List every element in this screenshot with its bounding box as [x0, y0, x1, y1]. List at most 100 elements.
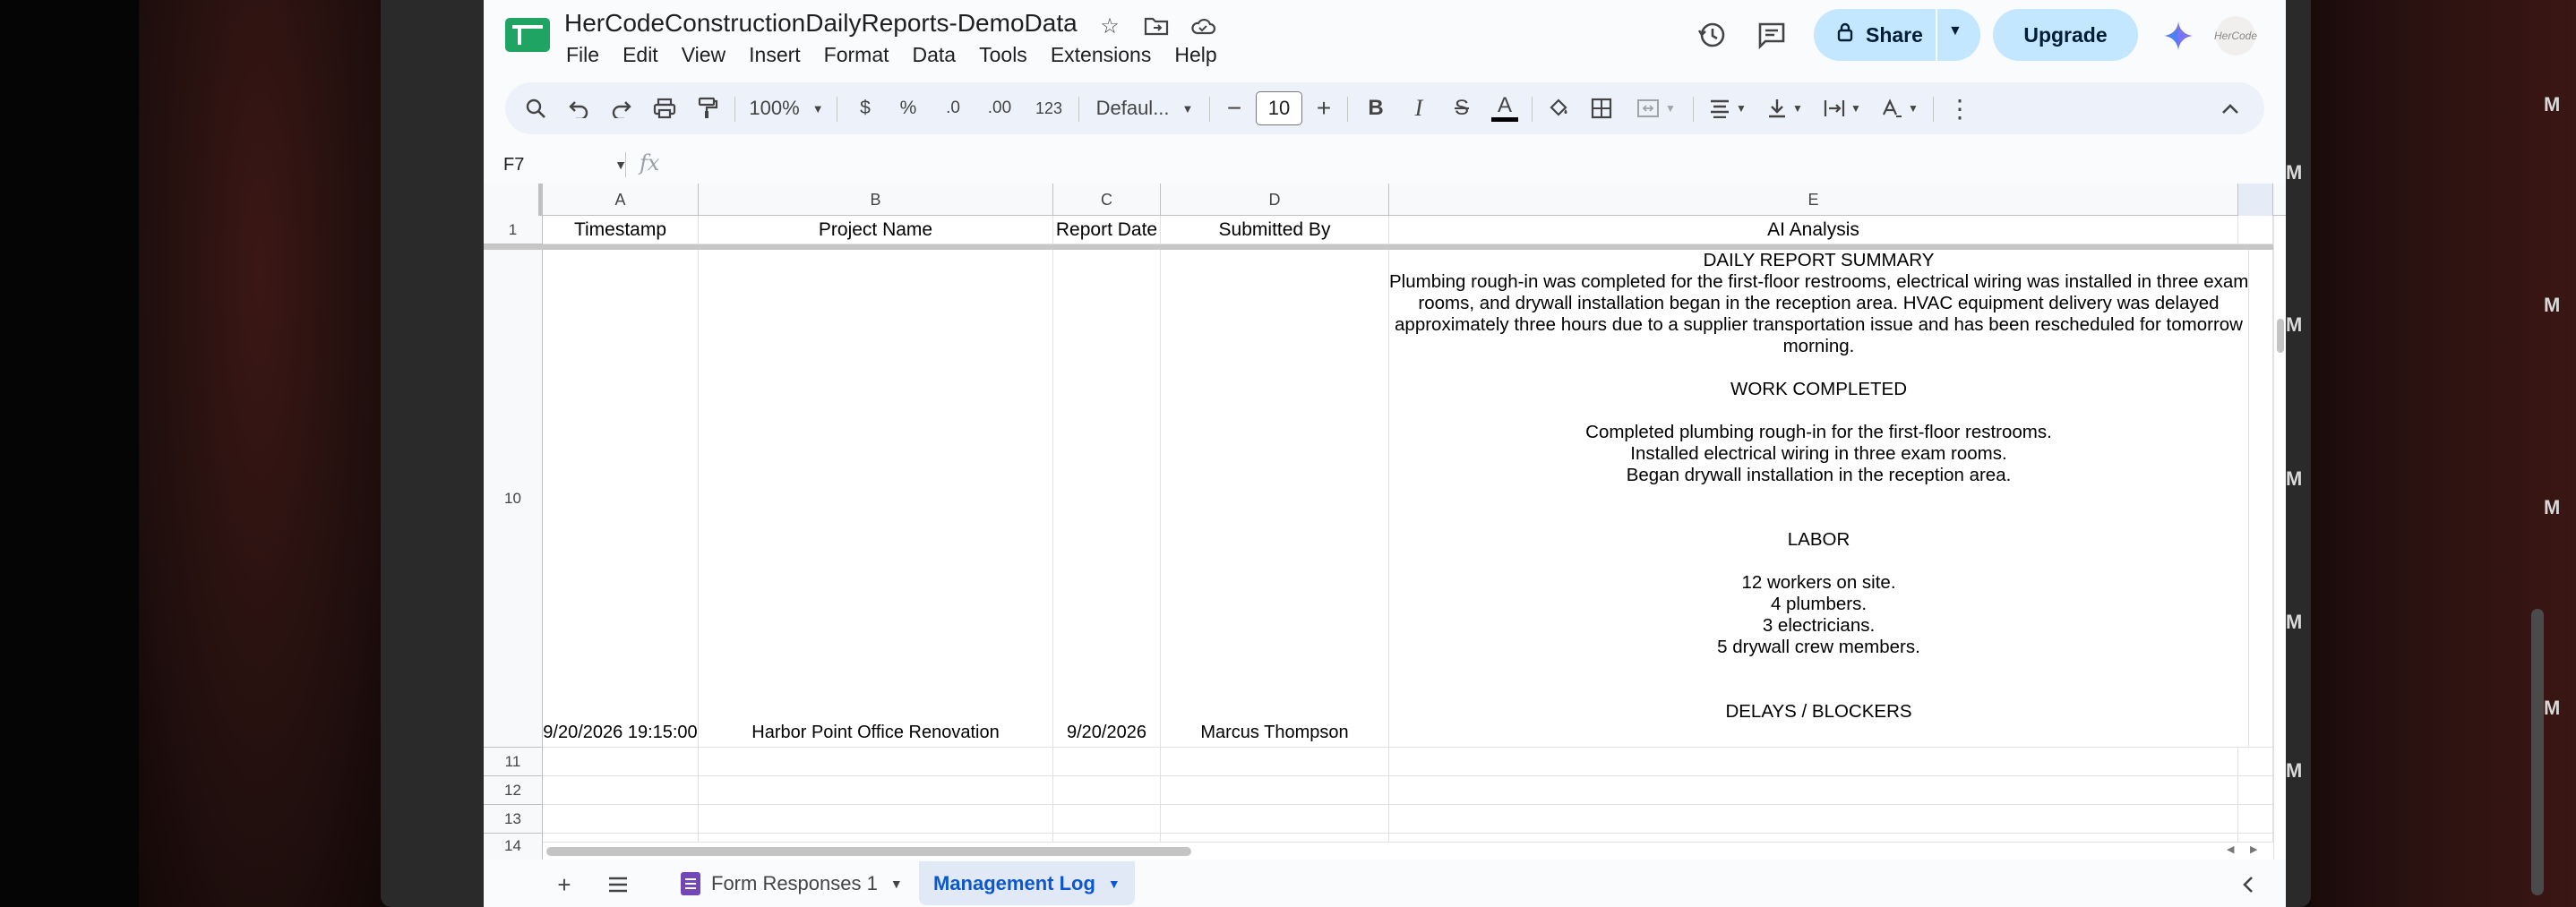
- select-all-corner[interactable]: [484, 184, 543, 216]
- table-cell[interactable]: [1161, 776, 1389, 805]
- paint-format-icon[interactable]: [690, 82, 726, 134]
- gemini-icon[interactable]: [2160, 18, 2196, 54]
- increase-font-size-button[interactable]: +: [1308, 82, 1340, 134]
- menu-tools[interactable]: Tools: [979, 43, 1037, 67]
- move-folder-icon[interactable]: [1141, 13, 1172, 39]
- table-cell[interactable]: [1053, 776, 1161, 805]
- italic-button[interactable]: I: [1401, 82, 1437, 134]
- account-avatar[interactable]: HerCode: [2214, 16, 2257, 56]
- table-cell[interactable]: [1161, 805, 1389, 834]
- cell-submitted-by[interactable]: Marcus Thompson: [1161, 250, 1389, 748]
- column-header-d[interactable]: D: [1161, 184, 1389, 216]
- table-cell[interactable]: [1389, 776, 2238, 805]
- comments-icon[interactable]: [1754, 18, 1790, 52]
- tab-form-responses-1[interactable]: Form Responses 1 ▼: [666, 863, 917, 904]
- menu-extensions[interactable]: Extensions: [1051, 43, 1162, 67]
- table-cell[interactable]: [543, 805, 699, 834]
- strikethrough-button[interactable]: S: [1444, 82, 1480, 134]
- vertical-scroll-thumb[interactable]: [2277, 319, 2284, 353]
- increase-decimal-button[interactable]: .00: [976, 82, 1023, 134]
- menu-help[interactable]: Help: [1174, 43, 1226, 67]
- row-header-10[interactable]: 10: [484, 250, 543, 748]
- header-cell-project-name[interactable]: Project Name: [699, 216, 1053, 244]
- decrease-decimal-button[interactable]: .0: [932, 82, 975, 134]
- share-button[interactable]: Share ▼: [1814, 9, 1980, 61]
- all-sheets-icon[interactable]: [602, 870, 634, 899]
- horizontal-align-icon[interactable]: ▼: [1702, 82, 1754, 134]
- header-cell-report-date[interactable]: Report Date: [1053, 216, 1161, 244]
- redo-icon[interactable]: [604, 82, 640, 134]
- menu-insert[interactable]: Insert: [749, 43, 811, 67]
- add-sheet-icon[interactable]: +: [548, 870, 580, 899]
- version-history-icon[interactable]: [1695, 18, 1730, 52]
- collapse-sidebar-icon[interactable]: [2232, 870, 2264, 899]
- font-size-input[interactable]: 10: [1256, 91, 1302, 125]
- column-header-c[interactable]: C: [1053, 184, 1161, 216]
- collapse-toolbar-icon[interactable]: [2212, 82, 2248, 134]
- table-cell[interactable]: [2238, 250, 2273, 748]
- formula-input[interactable]: [681, 150, 2257, 179]
- row-header-14[interactable]: 14: [484, 834, 543, 860]
- table-cell[interactable]: [2238, 748, 2273, 776]
- document-title[interactable]: HerCodeConstructionDailyReports-DemoData: [564, 9, 1078, 38]
- column-header-b[interactable]: B: [699, 184, 1053, 216]
- bold-button[interactable]: B: [1358, 82, 1394, 134]
- table-cell[interactable]: [1053, 805, 1161, 834]
- font-family-select[interactable]: Defaul... ▼: [1087, 82, 1202, 134]
- table-cell[interactable]: [1053, 748, 1161, 776]
- horizontal-scrollbar[interactable]: ◀ ▶: [543, 842, 2273, 860]
- table-cell[interactable]: [2238, 216, 2273, 244]
- menu-view[interactable]: View: [682, 43, 735, 67]
- vertical-scrollbar[interactable]: [2273, 216, 2286, 860]
- fill-color-icon[interactable]: [1541, 82, 1576, 134]
- horizontal-scroll-thumb[interactable]: [546, 847, 1191, 856]
- header-cell-submitted-by[interactable]: Submitted By: [1161, 216, 1389, 244]
- name-box[interactable]: F7 ▼: [502, 150, 636, 179]
- share-dropdown-icon[interactable]: ▼: [1948, 23, 1962, 39]
- table-cell[interactable]: [1389, 748, 2238, 776]
- cell-timestamp[interactable]: 9/20/2026 19:15:00: [543, 250, 699, 748]
- number-format-button[interactable]: 123: [1026, 82, 1071, 134]
- desktop-scrollbar[interactable]: [2531, 609, 2544, 895]
- table-cell[interactable]: [699, 776, 1053, 805]
- menu-file[interactable]: File: [566, 43, 609, 67]
- table-cell[interactable]: [2238, 776, 2273, 805]
- cloud-status-icon[interactable]: [1188, 13, 1218, 39]
- table-cell[interactable]: [1161, 748, 1389, 776]
- table-cell[interactable]: [699, 805, 1053, 834]
- search-icon[interactable]: [518, 82, 554, 134]
- sheets-logo-icon[interactable]: [505, 18, 550, 52]
- more-options-icon[interactable]: ⋮: [1942, 82, 1978, 134]
- star-icon[interactable]: ☆: [1095, 13, 1125, 39]
- undo-icon[interactable]: [561, 82, 597, 134]
- table-cell[interactable]: [699, 748, 1053, 776]
- header-cell-ai-analysis[interactable]: AI Analysis: [1389, 216, 2238, 244]
- table-cell[interactable]: [1389, 805, 2238, 834]
- zoom-select[interactable]: 100% ▼: [745, 82, 828, 134]
- header-cell-timestamp[interactable]: Timestamp: [543, 216, 699, 244]
- upgrade-button[interactable]: Upgrade: [1993, 9, 2138, 61]
- text-wrapping-icon[interactable]: ▼: [1816, 82, 1868, 134]
- percent-format-button[interactable]: %: [889, 82, 928, 134]
- row-header-11[interactable]: 11: [484, 748, 543, 776]
- tab-management-log[interactable]: Management Log ▼: [919, 861, 1135, 905]
- merge-cells-icon[interactable]: ▼: [1628, 82, 1684, 134]
- currency-format-button[interactable]: $: [846, 82, 885, 134]
- row-header-12[interactable]: 12: [484, 776, 543, 805]
- scroll-left-icon[interactable]: ◀: [2227, 843, 2234, 855]
- scroll-right-icon[interactable]: ▶: [2250, 843, 2257, 855]
- text-rotation-icon[interactable]: ▼: [1874, 82, 1926, 134]
- print-icon[interactable]: [647, 82, 683, 134]
- column-header-next[interactable]: [2238, 184, 2273, 216]
- text-color-button[interactable]: A: [1487, 82, 1523, 134]
- cell-ai-analysis[interactable]: DAILY REPORT SUMMARY Plumbing rough-in wa…: [1389, 250, 2249, 748]
- table-cell[interactable]: [543, 776, 699, 805]
- menu-format[interactable]: Format: [824, 43, 899, 67]
- column-header-e[interactable]: E: [1389, 184, 2238, 216]
- row-header-13[interactable]: 13: [484, 805, 543, 834]
- row-header-1[interactable]: 1: [484, 216, 543, 244]
- vertical-align-icon[interactable]: ▼: [1759, 82, 1811, 134]
- tab-dropdown-icon[interactable]: ▼: [1108, 877, 1121, 891]
- column-header-a[interactable]: A: [543, 184, 699, 216]
- table-cell[interactable]: [2238, 805, 2273, 834]
